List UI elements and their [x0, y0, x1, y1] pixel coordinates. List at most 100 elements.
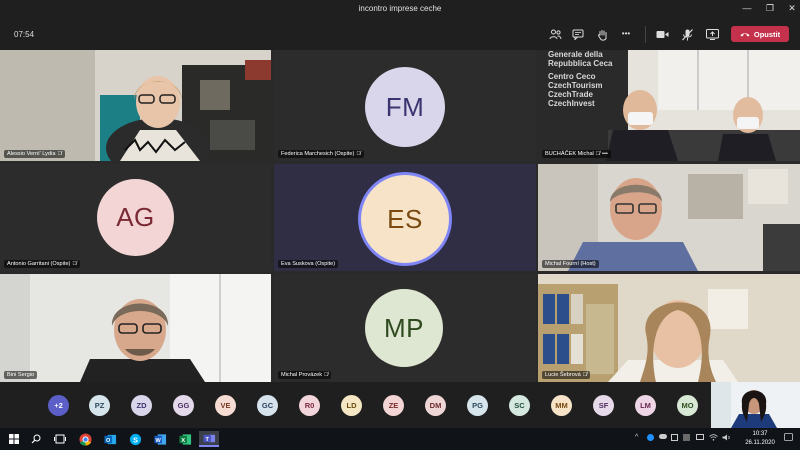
- leave-button[interactable]: Opustit: [731, 26, 789, 42]
- chat-icon[interactable]: [571, 28, 585, 41]
- participant-chip[interactable]: DM: [425, 395, 446, 416]
- participant-chip-initials: MM: [555, 401, 568, 410]
- participant-chip[interactable]: ZD: [131, 395, 152, 416]
- mic-muted-icon: 🎙̸: [356, 151, 361, 157]
- wifi-icon[interactable]: [709, 434, 718, 443]
- self-view-video[interactable]: [711, 382, 800, 428]
- participant-chip[interactable]: SC: [509, 395, 530, 416]
- tray-app-icon[interactable]: [647, 434, 654, 443]
- participant-chip[interactable]: LD: [341, 395, 362, 416]
- participant-chip-initials: VE: [220, 401, 231, 410]
- participant-chip[interactable]: SF: [593, 395, 614, 416]
- participant-name: Antonio Garritani (Ospite): [7, 261, 71, 267]
- leave-label: Opustit: [753, 29, 781, 39]
- minimize-button[interactable]: —: [740, 3, 754, 13]
- participant-name-label: Eva Suskova (Ospite): [278, 260, 339, 268]
- participant-chip[interactable]: R0: [299, 395, 320, 416]
- volume-icon[interactable]: [722, 434, 731, 443]
- participant-name-label: Lucie Šebrová 🎙̸: [542, 371, 590, 379]
- tray-overflow-icon[interactable]: ^: [635, 434, 638, 441]
- video-tile[interactable]: Lucie Šebrová 🎙̸: [538, 274, 800, 382]
- svg-text:W: W: [155, 437, 161, 443]
- system-clock[interactable]: 10:37 26.11.2020: [738, 430, 782, 447]
- participant-chip-initials: GG: [177, 401, 190, 410]
- participant-chip-initials: R0: [304, 401, 315, 410]
- participant-chip[interactable]: GG: [173, 395, 194, 416]
- participant-video: [538, 274, 800, 382]
- more-options-icon[interactable]: •••: [619, 27, 633, 40]
- participants-icon[interactable]: [548, 28, 562, 41]
- word-icon[interactable]: W: [152, 431, 168, 447]
- participant-name-label: Federica Marchesich (Ospite) 🎙̸: [278, 150, 364, 158]
- skype-icon[interactable]: S: [127, 431, 143, 447]
- participant-chip[interactable]: MM: [551, 395, 572, 416]
- participant-strip: +2 PZ ZD GG VE GC R0 LD ZE DM PG SC MM SF LM MO: [0, 382, 800, 428]
- participant-name: Michal Fourní (Host): [545, 261, 596, 267]
- svg-text:X: X: [181, 437, 185, 443]
- participant-chip[interactable]: ZE: [383, 395, 404, 416]
- notifications-icon[interactable]: [784, 433, 793, 444]
- windows-start-icon[interactable]: [6, 431, 22, 447]
- participant-video: [0, 274, 271, 382]
- cloud-icon[interactable]: [659, 434, 667, 441]
- camera-icon[interactable]: [655, 28, 669, 41]
- participant-chip[interactable]: PZ: [89, 395, 110, 416]
- meeting-toolbar: 07:54 •••: [0, 20, 800, 48]
- video-tile[interactable]: MP Michal Provázek 🎙̸: [274, 274, 536, 382]
- clock-date: 26.11.2020: [745, 439, 775, 446]
- chrome-icon[interactable]: [77, 431, 93, 447]
- video-tile[interactable]: AG Antonio Garritani (Ospite) 🎙̸: [0, 164, 271, 271]
- participant-chip-initials: LD: [346, 401, 357, 410]
- banner-line: Centro Ceco: [548, 72, 596, 81]
- svg-text:S: S: [133, 435, 138, 444]
- video-grid: Alessio Vernì' Lydia 🎙̸ FM Federica March…: [0, 50, 800, 382]
- participant-name-label: Michal Provázek 🎙̸: [278, 371, 332, 379]
- tile-more-icon[interactable]: •••: [602, 151, 608, 157]
- participant-chip-initials: GC: [261, 401, 274, 410]
- video-tile[interactable]: Michal Fourní (Host): [538, 164, 800, 271]
- participant-chip-initials: ZE: [388, 401, 399, 410]
- participant-video: [538, 164, 800, 271]
- task-view-icon[interactable]: [52, 431, 68, 447]
- participant-chip-initials: DM: [429, 401, 442, 410]
- video-tile[interactable]: Bini Sergio: [0, 274, 271, 382]
- mic-muted-icon: 🎙̸: [324, 372, 329, 378]
- video-tile[interactable]: FM Federica Marchesich (Ospite) 🎙̸: [274, 50, 536, 161]
- tray-app-icon[interactable]: [671, 434, 678, 443]
- video-tile[interactable]: Alessio Vernì' Lydia 🎙̸: [0, 50, 271, 161]
- participant-chip[interactable]: LM: [635, 395, 656, 416]
- raise-hand-icon[interactable]: [595, 28, 609, 41]
- outlook-icon[interactable]: O: [102, 431, 118, 447]
- video-tile[interactable]: Generale della Repubblica Ceca Centro Ce…: [538, 50, 800, 161]
- maximize-button[interactable]: ❐: [763, 3, 777, 14]
- participant-chip[interactable]: GC: [257, 395, 278, 416]
- network-icon[interactable]: [696, 434, 704, 442]
- share-screen-icon[interactable]: [705, 28, 719, 41]
- participant-video: [0, 50, 271, 161]
- search-icon[interactable]: [28, 431, 44, 447]
- tray-app-icon[interactable]: [683, 434, 690, 443]
- phone-hangup-icon: [740, 32, 750, 36]
- participant-name: Lucie Šebrová: [545, 372, 581, 378]
- participant-chip[interactable]: PG: [467, 395, 488, 416]
- avatar-initials: MP: [384, 312, 424, 343]
- video-tile-active-speaker[interactable]: ES Eva Suskova (Ospite): [274, 164, 536, 271]
- avatar-initials: FM: [385, 91, 425, 122]
- participant-chip[interactable]: VE: [215, 395, 236, 416]
- teams-icon[interactable]: T: [199, 431, 219, 447]
- close-button[interactable]: ✕: [785, 3, 799, 14]
- mic-muted-icon: 🎙̸: [582, 372, 587, 378]
- participant-name: Alessio Vernì' Lydia: [7, 151, 56, 157]
- banner-line: Generale della: [548, 50, 603, 59]
- participant-chip[interactable]: MO: [677, 395, 698, 416]
- participant-name-label: Antonio Garritani (Ospite) 🎙̸: [4, 260, 80, 268]
- avatar: MP: [365, 289, 443, 367]
- clock-time: 10:37: [752, 431, 768, 437]
- more-participants-button[interactable]: +2: [48, 395, 69, 416]
- avatar-initials: ES: [387, 203, 423, 234]
- banner-line: Repubblica Ceca: [548, 59, 613, 68]
- window-title: incontro imprese ceche: [358, 4, 442, 13]
- participant-chip-initials: LM: [640, 401, 651, 410]
- microphone-muted-icon[interactable]: [680, 28, 694, 41]
- excel-icon[interactable]: X: [177, 431, 193, 447]
